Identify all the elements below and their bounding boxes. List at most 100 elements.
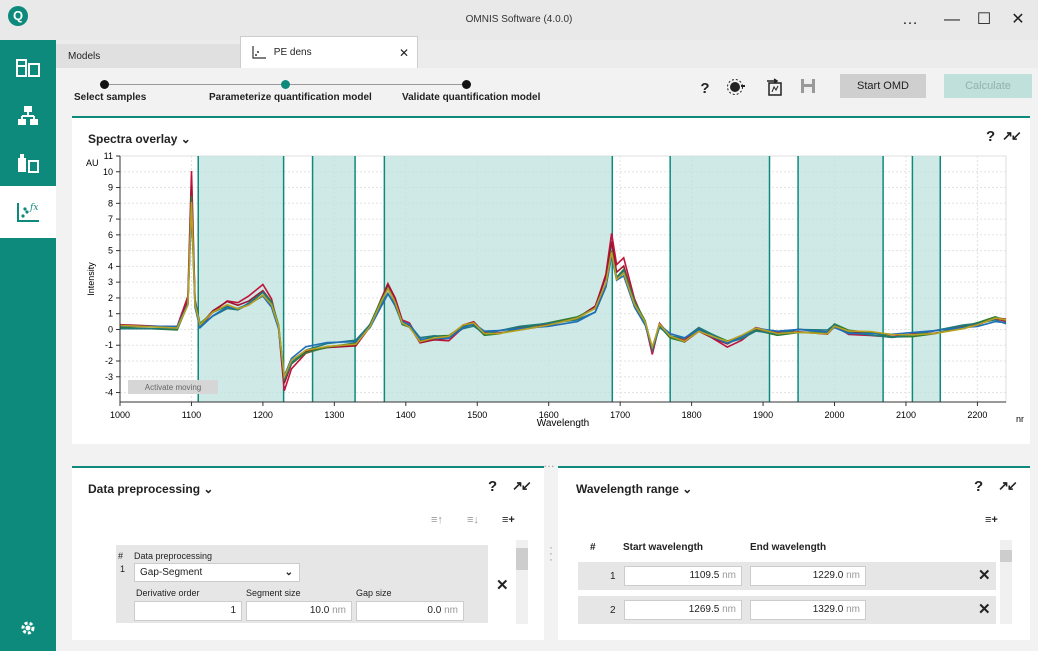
move-down-icon[interactable]: ≡↓ (467, 514, 479, 526)
preprocessing-row-index: 1 (120, 564, 126, 574)
spectra-help-icon[interactable]: ? (986, 128, 995, 145)
y-tick-label: 1 (108, 309, 113, 319)
remove-preprocessing-button[interactable]: ✕ (496, 576, 509, 594)
spectra-chart[interactable]: 1000 1100 1200 1300 1400 1500 1600 1700 1800 1900… (84, 150, 1024, 438)
derivative-order-input[interactable]: 1 (134, 601, 242, 621)
gap-size-input[interactable]: 0.0 nm (356, 601, 464, 621)
spectra-overlay-title[interactable]: Spectra overlay ⌄ (88, 132, 191, 146)
remove-range-button[interactable]: ✕ (978, 566, 991, 584)
title-bar: Q OMNIS Software (4.0.0) … — ☐ ✕ (0, 0, 1038, 40)
chevron-down-icon: ⌄ (284, 567, 293, 578)
wavelength-hash-header: # (590, 542, 596, 553)
left-navigation-rail: fx (0, 40, 56, 651)
expand-icon[interactable]: ↗↙ (1002, 128, 1022, 144)
step-select-samples[interactable]: Select samples (74, 92, 146, 103)
minimize-button[interactable]: — (938, 8, 966, 32)
wavelength-row: 1 1109.5 nm 1229.0 nm ✕ (578, 562, 996, 590)
splitter-handle[interactable]: … (543, 456, 555, 470)
y-axis-label: Intensity (86, 262, 96, 296)
segment-size-label: Segment size (246, 588, 301, 598)
selected-range[interactable] (198, 156, 284, 402)
gap-size-label: Gap size (356, 588, 392, 598)
add-step-icon[interactable]: ≡+ (502, 514, 515, 526)
selected-range[interactable] (912, 156, 941, 402)
tab-pe-dens-label: PE dens (273, 47, 312, 58)
start-wavelength-input[interactable]: 1109.5 nm (624, 566, 742, 586)
tab-models[interactable]: Models (56, 44, 240, 70)
preprocessing-scrollbar[interactable] (516, 540, 528, 624)
svg-text:fx: fx (29, 203, 38, 213)
tab-close-button[interactable]: ✕ (399, 37, 409, 69)
y-tick-label: 0 (108, 324, 113, 334)
wavelength-help-icon[interactable]: ? (974, 478, 983, 495)
wavelength-range-title[interactable]: Wavelength range ⌄ (576, 482, 692, 496)
wavelength-row: 2 1269.5 nm 1329.0 nm ✕ (578, 596, 996, 624)
move-up-icon[interactable]: ≡↑ (431, 514, 443, 526)
x-tick-label: 1900 (753, 410, 773, 420)
step-dot-2 (281, 80, 290, 89)
start-wavelength-header: Start wavelength (623, 542, 704, 553)
x-tick-label: 2200 (967, 410, 987, 420)
end-wavelength-header: End wavelength (750, 542, 827, 553)
selected-range[interactable] (798, 156, 884, 402)
y-tick-label: 2 (108, 293, 113, 303)
calculate-button[interactable]: Calculate (944, 74, 1032, 98)
x-tick-label: 1400 (396, 410, 416, 420)
end-wavelength-input[interactable]: 1329.0 nm (750, 600, 866, 620)
y-tick-label: 5 (108, 246, 113, 256)
x-tick-label: 1200 (253, 410, 273, 420)
nav-settings[interactable] (0, 606, 56, 650)
model-tab-icon (252, 46, 266, 59)
save-icon[interactable] (797, 78, 819, 100)
remove-range-button[interactable]: ✕ (978, 600, 991, 618)
scrollbar-thumb[interactable] (1000, 550, 1012, 562)
start-wavelength-input[interactable]: 1269.5 nm (624, 600, 742, 620)
export-model-icon[interactable] (763, 78, 785, 100)
x-tick-label: 1000 (110, 410, 130, 420)
y-tick-label: 3 (108, 277, 113, 287)
start-omd-button[interactable]: Start OMD (840, 74, 926, 98)
nav-models[interactable]: fx (0, 186, 56, 238)
scrollbar-thumb[interactable] (516, 548, 528, 570)
y-tick-label: -3 (105, 372, 113, 382)
x-tick-label: 2100 (896, 410, 916, 420)
add-range-icon[interactable]: ≡+ (985, 514, 998, 526)
activate-moving-label[interactable]: Activate moving (145, 383, 201, 392)
preprocessing-row: # Data preprocessing 1 Gap-Segment ⌄ Der… (116, 545, 488, 623)
chevron-down-icon: ⌄ (203, 482, 214, 496)
nav-reagents[interactable] (0, 136, 56, 192)
help-icon[interactable]: ? (694, 78, 716, 100)
y-tick-label: -1 (105, 340, 113, 350)
more-options-button[interactable]: … (896, 8, 924, 32)
preprocessing-expand-icon[interactable]: ↗↙ (512, 478, 532, 494)
step-parameterize-model[interactable]: Parameterize quantification model (209, 92, 372, 103)
tab-pe-dens[interactable]: PE dens ✕ (240, 36, 418, 68)
y-tick-label: 7 (108, 214, 113, 224)
selected-range[interactable] (670, 156, 770, 402)
selected-range[interactable] (384, 156, 613, 402)
gear-icon (21, 621, 35, 635)
preprocessing-help-icon[interactable]: ? (488, 478, 497, 495)
step-validate-model[interactable]: Validate quantification model (402, 92, 540, 103)
wavelength-expand-icon[interactable]: ↗↙ (998, 478, 1018, 494)
reagents-icon (18, 154, 39, 173)
close-window-button[interactable]: ✕ (1004, 8, 1032, 32)
wavelength-row-index: 1 (610, 571, 616, 582)
preprocessing-method-select[interactable]: Gap-Segment ⌄ (134, 563, 300, 582)
maximize-button[interactable]: ☐ (970, 8, 998, 32)
x-axis-label: Wavelength (537, 418, 589, 429)
selected-range[interactable] (312, 156, 356, 402)
samples-icon (16, 59, 40, 77)
y-tick-label: -2 (105, 356, 113, 366)
y-tick-label: -4 (105, 388, 113, 398)
vertical-splitter-handle[interactable]: · · · (549, 541, 553, 565)
workflow-icon (18, 106, 38, 125)
segment-size-input[interactable]: 10.0 nm (246, 601, 352, 621)
outlier-detection-icon[interactable] (725, 78, 747, 100)
y-unit-label: AU (86, 158, 99, 168)
wavelength-scrollbar[interactable] (1000, 540, 1012, 624)
preprocessing-column-header: Data preprocessing (134, 551, 213, 561)
end-wavelength-input[interactable]: 1229.0 nm (750, 566, 866, 586)
data-preprocessing-title[interactable]: Data preprocessing ⌄ (88, 482, 213, 496)
chevron-down-icon: ⌄ (682, 482, 693, 496)
